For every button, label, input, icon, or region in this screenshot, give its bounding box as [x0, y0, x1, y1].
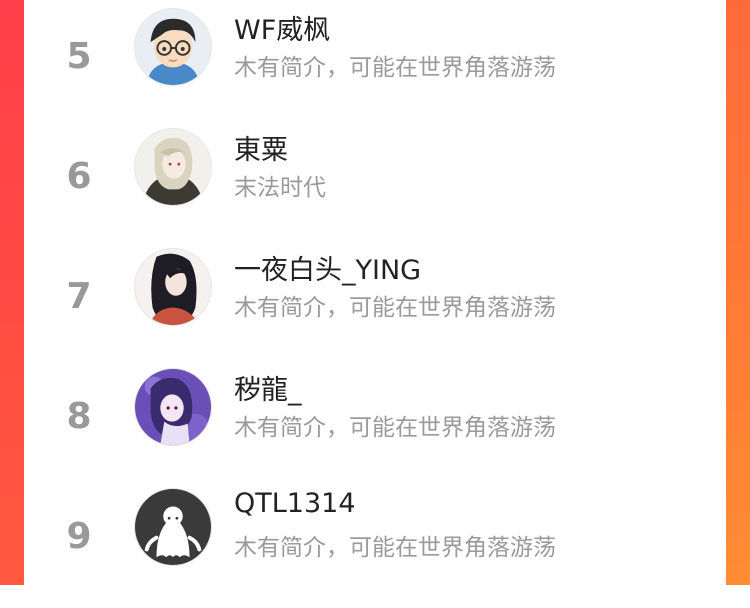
user-bio: 末法时代 [234, 175, 326, 201]
background-gradient-left [0, 0, 24, 585]
avatar-dark-hair-girl-icon[interactable] [134, 248, 212, 326]
avatar-anime-girl-icon[interactable] [134, 128, 212, 206]
ranking-row-6[interactable]: 6 東粟 末法时代 [24, 128, 726, 248]
user-bio: 木有简介，可能在世界角落游荡 [234, 415, 556, 441]
ranking-row-8[interactable]: 8 秽龍_ 木有简介，可能在世界角落游荡 [24, 368, 726, 488]
avatar-boy-glasses-icon[interactable] [134, 8, 212, 86]
user-name[interactable]: QTL1314 [234, 488, 356, 519]
user-name[interactable]: 一夜白头_YING [234, 248, 421, 287]
rank-number: 6 [66, 156, 92, 197]
user-name[interactable]: 秽龍_ [234, 368, 302, 407]
avatar-default-ghost-icon[interactable] [134, 488, 212, 566]
user-bio: 木有简介，可能在世界角落游荡 [234, 535, 556, 561]
rank-number: 5 [66, 36, 92, 77]
rank-number: 8 [66, 396, 92, 437]
ranking-row-9[interactable]: 9 QTL1314 木有简介，可能在世界角落游荡 [24, 488, 726, 608]
rank-number: 9 [66, 516, 92, 557]
ranking-row-5[interactable]: 5 WF威枫 木有简介，可能在世界角落游荡 [24, 8, 726, 128]
ranking-row-7[interactable]: 7 一夜白头_YING 木有简介，可能在世界角落游荡 [24, 248, 726, 368]
user-name[interactable]: 東粟 [234, 128, 288, 167]
user-bio: 木有简介，可能在世界角落游荡 [234, 55, 556, 81]
user-bio: 木有简介，可能在世界角落游荡 [234, 295, 556, 321]
user-name[interactable]: WF威枫 [234, 8, 330, 47]
rank-number: 7 [66, 276, 92, 317]
avatar-purple-anime-icon[interactable] [134, 368, 212, 446]
background-gradient-right [726, 0, 750, 585]
